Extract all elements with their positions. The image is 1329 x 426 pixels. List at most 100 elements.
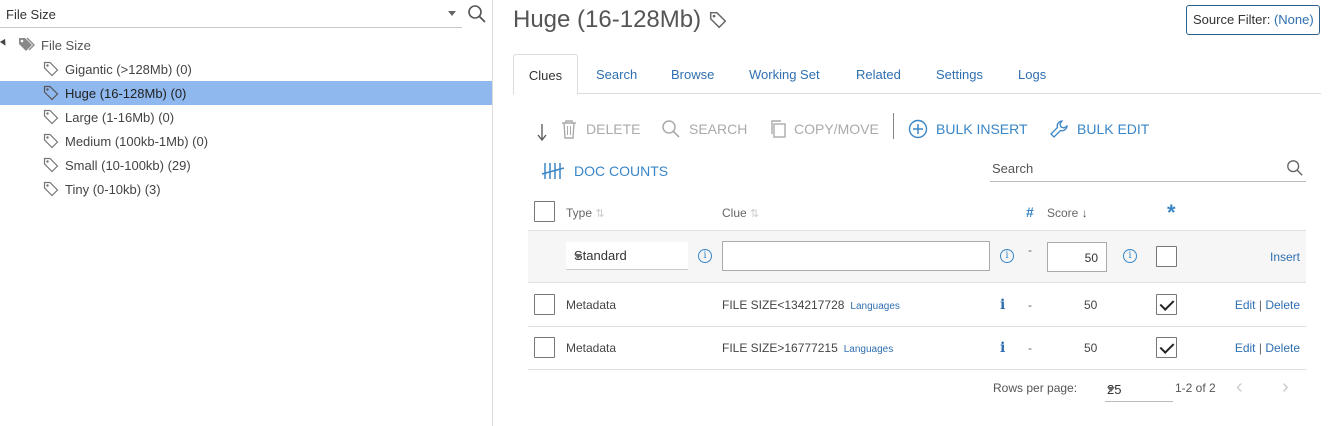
copy-icon: [771, 120, 786, 138]
column-clue[interactable]: Clue ⇅: [722, 206, 759, 220]
tab-search[interactable]: Search: [596, 54, 637, 94]
tree-node-huge[interactable]: Huge (16-128Mb) (0): [0, 81, 492, 105]
tree-node-label: Tiny (0-10kb) (3): [65, 182, 161, 197]
next-page-icon[interactable]: ›: [1282, 376, 1289, 399]
insert-dash: -: [1028, 243, 1032, 257]
column-score[interactable]: Score ↓: [1047, 206, 1088, 220]
bulk-edit-label: BULK EDIT: [1077, 121, 1150, 137]
info-icon[interactable]: i: [1123, 249, 1137, 263]
delete-link[interactable]: Delete: [1265, 298, 1300, 312]
page-title: Huge (16-128Mb): [513, 6, 702, 33]
row-clue: FILE SIZE>16777215 Languages: [722, 341, 893, 355]
collapse-triangle-icon[interactable]: [0, 38, 9, 48]
row-dash: -: [1028, 341, 1032, 355]
bulk-insert-button[interactable]: BULK INSERT: [908, 119, 1043, 141]
chevron-down-icon[interactable]: [448, 11, 456, 16]
table-header: Type ⇅ Clue ⇅ # Score ↓ *: [528, 193, 1306, 231]
tab-logs[interactable]: Logs: [1018, 54, 1046, 94]
tree-node-medium[interactable]: Medium (100kb-1Mb) (0): [0, 129, 492, 153]
chevron-down-icon: [1107, 387, 1115, 392]
sort-down-icon: ↓: [1081, 206, 1088, 220]
source-filter-value: (None): [1273, 12, 1314, 27]
info-icon[interactable]: i: [1000, 297, 1005, 313]
row-checkbox[interactable]: [534, 337, 555, 358]
languages-link[interactable]: Languages: [844, 344, 894, 355]
sort-arrow-icon[interactable]: [537, 123, 547, 141]
doc-counts-button[interactable]: DOC COUNTS: [541, 163, 681, 183]
clue-search-input[interactable]: Search: [990, 156, 1306, 182]
info-icon[interactable]: i: [1000, 340, 1005, 356]
info-icon[interactable]: i: [698, 249, 712, 263]
tab-working-set[interactable]: Working Set: [749, 54, 820, 94]
row-score: 50: [1084, 341, 1098, 355]
search-clues-button[interactable]: SEARCH: [661, 120, 751, 141]
row-actions: Edit | Delete: [1235, 298, 1300, 312]
search-label: SEARCH: [689, 121, 748, 137]
tally-icon: [541, 163, 565, 179]
row-dash: -: [1028, 298, 1032, 312]
delete-link[interactable]: Delete: [1265, 341, 1300, 355]
column-clue-label: Clue: [722, 206, 747, 220]
chevron-down-icon: [574, 254, 582, 259]
rows-per-page-label: Rows per page:: [993, 381, 1078, 395]
bulk-insert-label: BULK INSERT: [936, 121, 1028, 137]
languages-link[interactable]: Languages: [850, 301, 900, 312]
row-star-checkbox[interactable]: [1156, 294, 1177, 315]
row-type: Metadata: [566, 298, 617, 312]
insert-star-checkbox[interactable]: [1156, 246, 1177, 267]
column-star: *: [1167, 200, 1176, 225]
search-icon[interactable]: [467, 4, 487, 24]
copy-move-button[interactable]: COPY/MOVE: [769, 120, 884, 141]
table-row: Metadata FILE SIZE>16777215 Languages i -…: [528, 327, 1306, 370]
source-filter-button[interactable]: Source Filter: (None): [1186, 5, 1320, 35]
bulk-edit-button[interactable]: BULK EDIT: [1049, 120, 1169, 141]
tree-node-label: Medium (100kb-1Mb) (0): [65, 134, 209, 149]
clue-input[interactable]: [722, 241, 990, 271]
row-type: Metadata: [566, 341, 617, 355]
column-type-label: Type: [566, 206, 593, 220]
tree-node-large[interactable]: Large (1-16Mb) (0): [0, 105, 492, 129]
rows-per-page-select[interactable]: 25: [1105, 375, 1173, 402]
tree-node-label: Huge (16-128Mb) (0): [65, 86, 187, 101]
search-icon[interactable]: [1286, 159, 1304, 177]
tag-icon: [43, 133, 59, 149]
row-clue: FILE SIZE<134217728 Languages: [722, 298, 900, 312]
tree-root[interactable]: File Size: [0, 35, 300, 55]
tag-icon: [43, 61, 59, 77]
tab-clues[interactable]: Clues: [513, 54, 578, 95]
tree-node-label: Large (1-16Mb) (0): [65, 110, 175, 125]
trash-icon: [562, 120, 576, 139]
insert-row: Standard i i - 50 i Insert: [528, 231, 1306, 283]
insert-link[interactable]: Insert: [1270, 250, 1300, 264]
row-star-checkbox[interactable]: [1156, 337, 1177, 358]
tab-settings[interactable]: Settings: [936, 54, 983, 94]
edit-link[interactable]: Edit: [1235, 298, 1256, 312]
main-panel: Huge (16-128Mb) Source Filter: (None) Cl…: [493, 0, 1329, 426]
tag-icon[interactable]: [709, 11, 727, 29]
pagination: Rows per page: 25 1-2 of 2 ‹ ›: [990, 372, 1306, 406]
type-dropdown[interactable]: Standard: [566, 242, 688, 270]
delete-button[interactable]: DELETE: [560, 120, 641, 141]
delete-label: DELETE: [586, 121, 641, 137]
page-range: 1-2 of 2: [1175, 381, 1216, 395]
score-input[interactable]: 50: [1047, 242, 1107, 272]
tag-icon: [43, 157, 59, 173]
tree-node-tiny[interactable]: Tiny (0-10kb) (3): [0, 177, 492, 201]
tab-browse[interactable]: Browse: [671, 54, 714, 94]
sort-icon: ⇅: [750, 208, 760, 220]
row-clue-text: FILE SIZE<134217728: [722, 298, 845, 312]
doc-counts-label: DOC COUNTS: [574, 163, 669, 179]
tree-node-small[interactable]: Small (10-100kb) (29): [0, 153, 492, 177]
search-icon: [662, 120, 680, 138]
tree-node-gigantic[interactable]: Gigantic (>128Mb) (0): [0, 57, 492, 81]
row-checkbox[interactable]: [534, 294, 555, 315]
table-row: Metadata FILE SIZE<134217728 Languages i …: [528, 284, 1306, 327]
tab-related[interactable]: Related: [856, 54, 901, 94]
edit-link[interactable]: Edit: [1235, 341, 1256, 355]
info-icon[interactable]: i: [1000, 249, 1014, 263]
column-type[interactable]: Type ⇅: [566, 206, 605, 220]
select-all-checkbox[interactable]: [534, 201, 555, 222]
taxonomy-selector[interactable]: File Size: [0, 0, 462, 28]
tab-bar: Clues Search Browse Working Set Related …: [513, 54, 1321, 95]
prev-page-icon[interactable]: ‹: [1236, 376, 1243, 399]
